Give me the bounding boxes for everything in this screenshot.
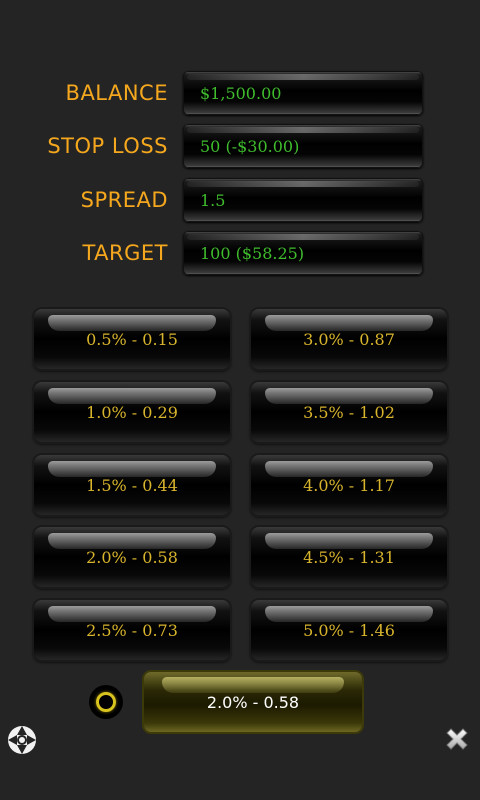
- risk-button-label: 2.5% - 0.73: [86, 621, 178, 640]
- balance-value: $1,500.00: [200, 84, 282, 103]
- risk-button-2.5[interactable]: 2.5% - 0.73: [34, 600, 230, 660]
- risk-button-3.5[interactable]: 3.5% - 1.02: [251, 382, 447, 442]
- field-spread-label: SPREAD: [80, 188, 168, 212]
- stop-loss-value: 50 (-$30.00): [200, 137, 300, 156]
- field-target-label: TARGET: [82, 241, 168, 265]
- balance-field[interactable]: $1,500.00: [183, 71, 423, 115]
- target-value: 100 ($58.25): [200, 244, 305, 263]
- target-field[interactable]: 100 ($58.25): [183, 231, 423, 275]
- risk-button-label: 0.5% - 0.15: [86, 330, 178, 349]
- spread-value: 1.5: [200, 191, 226, 210]
- field-balance-label: BALANCE: [65, 81, 168, 105]
- risk-button-4.0[interactable]: 4.0% - 1.17: [251, 455, 447, 515]
- close-icon[interactable]: [442, 724, 472, 754]
- risk-button-label: 3.0% - 0.87: [303, 330, 395, 349]
- risk-button-label: 4.0% - 1.17: [303, 476, 395, 495]
- risk-button-label: 5.0% - 1.46: [303, 621, 395, 640]
- camera-shutter-icon[interactable]: [6, 724, 38, 756]
- selected-risk-result[interactable]: 2.0% - 0.58: [144, 672, 362, 732]
- risk-button-5.0[interactable]: 5.0% - 1.46: [251, 600, 447, 660]
- risk-button-1.5[interactable]: 1.5% - 0.44: [34, 455, 230, 515]
- selected-risk-label: 2.0% - 0.58: [206, 693, 300, 712]
- risk-button-0.5[interactable]: 0.5% - 0.15: [34, 309, 230, 369]
- risk-button-2.0[interactable]: 2.0% - 0.58: [34, 527, 230, 587]
- radio-indicator-icon[interactable]: [89, 685, 123, 719]
- risk-button-label: 1.0% - 0.29: [86, 403, 178, 422]
- risk-button-1.0[interactable]: 1.0% - 0.29: [34, 382, 230, 442]
- risk-button-3.0[interactable]: 3.0% - 0.87: [251, 309, 447, 369]
- risk-button-4.5[interactable]: 4.5% - 1.31: [251, 527, 447, 587]
- spread-field[interactable]: 1.5: [183, 178, 423, 222]
- stop-loss-field[interactable]: 50 (-$30.00): [183, 124, 423, 168]
- risk-button-label: 1.5% - 0.44: [86, 476, 178, 495]
- risk-button-label: 4.5% - 1.31: [303, 548, 395, 567]
- risk-button-label: 2.0% - 0.58: [86, 548, 178, 567]
- risk-button-label: 3.5% - 1.02: [303, 403, 395, 422]
- field-stop-loss-label: STOP LOSS: [47, 134, 168, 158]
